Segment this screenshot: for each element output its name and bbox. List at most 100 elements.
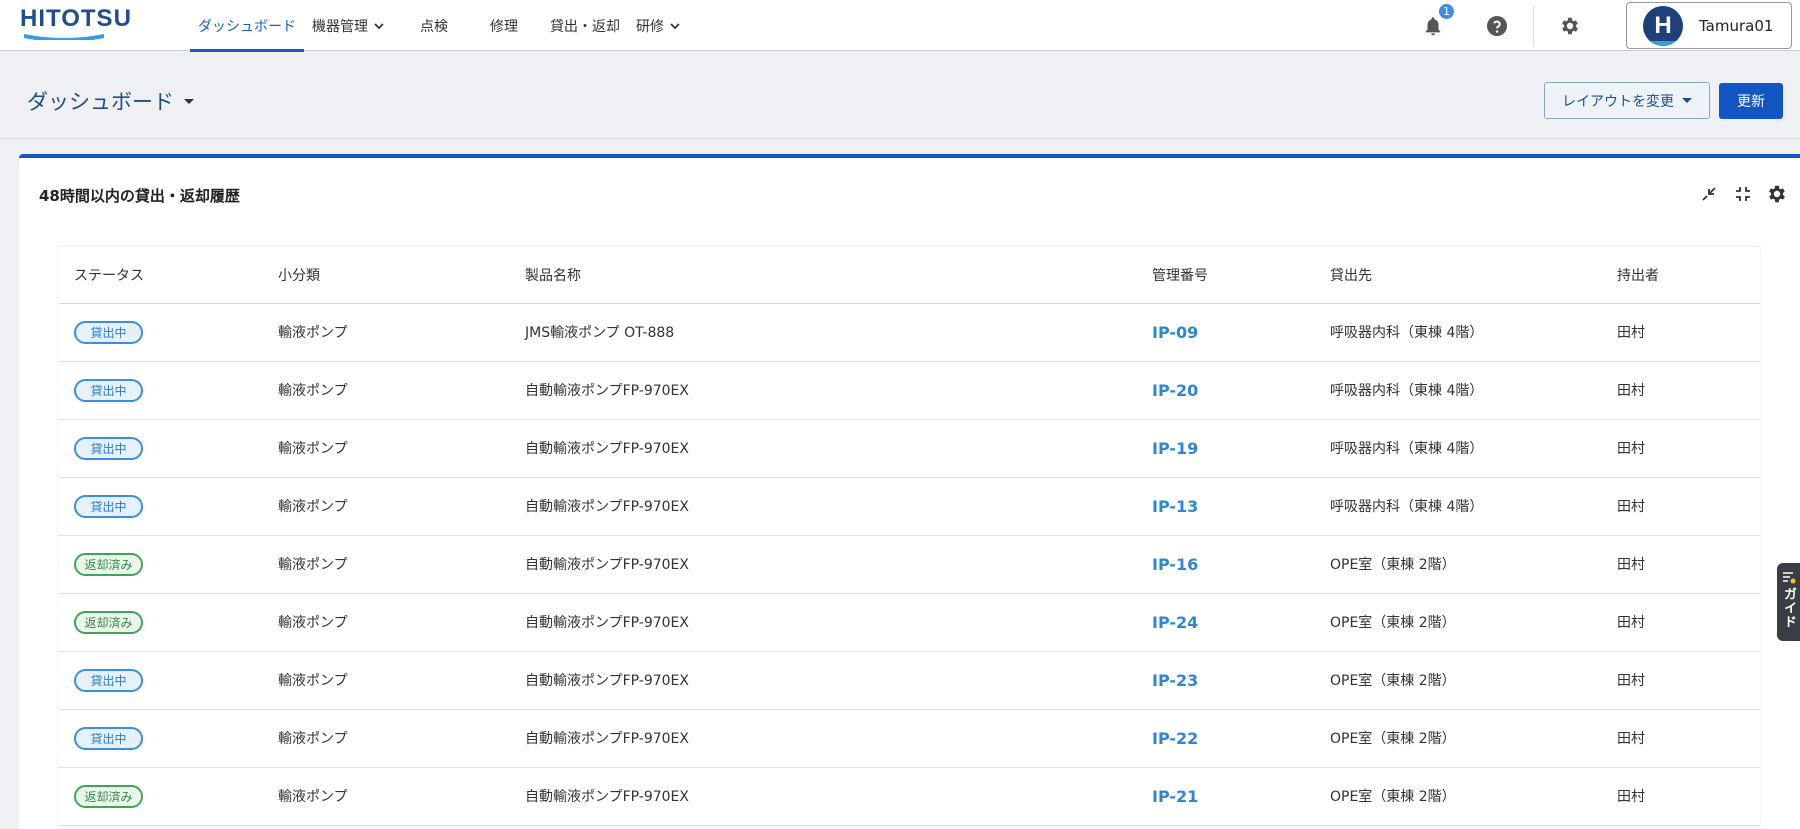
nav-item-inspection[interactable]: 点検 xyxy=(394,0,472,51)
person-cell: 田村 xyxy=(1602,477,1760,536)
page-header: ダッシュボード レイアウトを変更 更新 xyxy=(0,52,1800,139)
header-divider xyxy=(1533,5,1534,46)
widget-title: 48時間以内の貸出・返却履歴 xyxy=(39,187,240,205)
category-cell: 輸液ポンプ xyxy=(263,303,510,362)
history-table-container: ステータス 小分類 製品名称 管理番号 貸出先 持出者 貸出中 輸液ポンプ JMS輸… xyxy=(59,246,1760,826)
category-cell: 輸液ポンプ xyxy=(263,651,510,710)
category-cell: 輸液ポンプ xyxy=(263,767,510,826)
column-header-product[interactable]: 製品名称 xyxy=(510,247,1137,304)
mgmt-no-link[interactable]: IP-09 xyxy=(1152,323,1198,342)
caret-down-icon xyxy=(1682,98,1692,103)
main-nav: ダッシュボード 機器管理 点検 修理 貸出・返却 研修 xyxy=(190,0,690,52)
change-layout-button[interactable]: レイアウトを変更 xyxy=(1544,82,1710,119)
destination-cell: OPE室（東棟 2階） xyxy=(1315,709,1602,768)
mgmt-no-link[interactable]: IP-23 xyxy=(1152,671,1198,690)
status-badge: 貸出中 xyxy=(74,436,143,460)
widget-settings-button[interactable] xyxy=(1766,183,1788,205)
widget-toolbar xyxy=(1698,183,1788,205)
nav-item-dashboard[interactable]: ダッシュボード xyxy=(190,0,304,52)
guide-list-icon xyxy=(1782,572,1795,584)
logo-text: HITOTSU xyxy=(20,5,132,32)
help-button[interactable] xyxy=(1465,0,1529,51)
notifications-button[interactable]: 1 xyxy=(1401,0,1465,51)
table-row[interactable]: 返却済み 輸液ポンプ 自動輸液ポンプFP-970EX IP-21 OPE室（東棟 2階）… xyxy=(59,767,1760,826)
person-cell: 田村 xyxy=(1602,361,1760,420)
category-cell: 輸液ポンプ xyxy=(263,361,510,420)
destination-cell: 呼吸器内科（東棟 4階） xyxy=(1315,477,1602,536)
user-menu-button[interactable]: H Tamura01 xyxy=(1626,2,1792,49)
chevron-down-icon xyxy=(374,22,384,29)
person-cell: 田村 xyxy=(1602,651,1760,710)
status-cell: 貸出中 xyxy=(59,651,263,710)
status-badge: 貸出中 xyxy=(74,494,143,518)
nav-label: ダッシュボード xyxy=(198,18,296,35)
category-cell: 輸液ポンプ xyxy=(263,477,510,536)
mgmt-no-cell: IP-24 xyxy=(1137,593,1315,652)
mgmt-no-link[interactable]: IP-19 xyxy=(1152,439,1198,458)
collapse-icon xyxy=(1736,187,1750,201)
destination-cell: 呼吸器内科（東棟 4階） xyxy=(1315,303,1602,362)
page-title-dropdown[interactable]: ダッシュボード xyxy=(27,86,194,116)
avatar: H xyxy=(1643,5,1683,46)
mgmt-no-link[interactable]: IP-24 xyxy=(1152,613,1198,632)
nav-item-training[interactable]: 研修 xyxy=(628,0,690,51)
mgmt-no-link[interactable]: IP-20 xyxy=(1152,381,1198,400)
table-row[interactable]: 返却済み 輸液ポンプ 自動輸液ポンプFP-970EX IP-16 OPE室（東棟 2階）… xyxy=(59,535,1760,594)
refresh-button[interactable]: 更新 xyxy=(1719,83,1783,119)
mgmt-no-link[interactable]: IP-16 xyxy=(1152,555,1198,574)
table-row[interactable]: 貸出中 輸液ポンプ 自動輸液ポンプFP-970EX IP-22 OPE室（東棟 2階）田… xyxy=(59,709,1760,768)
product-cell: 自動輸液ポンプFP-970EX xyxy=(510,709,1137,768)
help-icon xyxy=(1487,15,1507,36)
column-header-mgmt-no[interactable]: 管理番号 xyxy=(1137,247,1315,304)
table-row[interactable]: 貸出中 輸液ポンプ JMS輸液ポンプ OT-888 IP-09 呼吸器内科（東棟 4階）… xyxy=(59,303,1760,362)
status-badge: 貸出中 xyxy=(74,726,143,750)
status-cell: 貸出中 xyxy=(59,709,263,768)
column-header-destination[interactable]: 貸出先 xyxy=(1315,247,1602,304)
mgmt-no-cell: IP-13 xyxy=(1137,477,1315,536)
minimize-button[interactable] xyxy=(1698,183,1720,205)
mgmt-no-link[interactable]: IP-21 xyxy=(1152,787,1198,806)
category-cell: 輸液ポンプ xyxy=(263,535,510,594)
status-cell: 返却済み xyxy=(59,593,263,652)
nav-item-repair[interactable]: 修理 xyxy=(472,0,542,51)
table-row[interactable]: 貸出中 輸液ポンプ 自動輸液ポンプFP-970EX IP-13 呼吸器内科（東棟 4階）… xyxy=(59,477,1760,536)
product-cell: 自動輸液ポンプFP-970EX xyxy=(510,535,1137,594)
top-navigation-bar: HITOTSU ダッシュボード 機器管理 点検 修理 貸出・返却 研修 1 H … xyxy=(0,0,1800,52)
destination-cell: 呼吸器内科（東棟 4階） xyxy=(1315,419,1602,478)
table-row[interactable]: 貸出中 輸液ポンプ 自動輸液ポンプFP-970EX IP-23 OPE室（東棟 2階）田… xyxy=(59,651,1760,710)
column-header-category[interactable]: 小分類 xyxy=(263,247,510,304)
mgmt-no-link[interactable]: IP-13 xyxy=(1152,497,1198,516)
nav-item-equipment[interactable]: 機器管理 xyxy=(304,0,394,51)
settings-button[interactable] xyxy=(1538,0,1602,51)
status-badge: 返却済み xyxy=(74,552,143,576)
product-cell: 自動輸液ポンプFP-970EX xyxy=(510,361,1137,420)
mgmt-no-cell: IP-20 xyxy=(1137,361,1315,420)
nav-item-lend-return[interactable]: 貸出・返却 xyxy=(542,0,628,51)
mgmt-no-cell: IP-19 xyxy=(1137,419,1315,478)
person-cell: 田村 xyxy=(1602,419,1760,478)
notification-count-badge: 1 xyxy=(1437,2,1456,21)
table-row[interactable]: 返却済み 輸液ポンプ 自動輸液ポンプFP-970EX IP-24 OPE室（東棟 2階）… xyxy=(59,593,1760,652)
table-row[interactable]: 貸出中 輸液ポンプ 自動輸液ポンプFP-970EX IP-19 呼吸器内科（東棟 4階）… xyxy=(59,419,1760,478)
category-cell: 輸液ポンプ xyxy=(263,419,510,478)
mgmt-no-cell: IP-22 xyxy=(1137,709,1315,768)
column-header-status[interactable]: ステータス xyxy=(59,247,263,304)
guide-tab[interactable]: ガイド xyxy=(1777,563,1800,641)
person-cell: 田村 xyxy=(1602,303,1760,362)
status-badge: 返却済み xyxy=(74,784,143,808)
table-body: 貸出中 輸液ポンプ JMS輸液ポンプ OT-888 IP-09 呼吸器内科（東棟 4階）… xyxy=(59,303,1760,826)
status-badge: 返却済み xyxy=(74,610,143,634)
table-row[interactable]: 貸出中 輸液ポンプ 自動輸液ポンプFP-970EX IP-20 呼吸器内科（東棟 4階）… xyxy=(59,361,1760,420)
destination-cell: OPE室（東棟 2階） xyxy=(1315,593,1602,652)
person-cell: 田村 xyxy=(1602,535,1760,594)
nav-label: 貸出・返却 xyxy=(550,18,620,35)
mgmt-no-cell: IP-16 xyxy=(1137,535,1315,594)
app-logo[interactable]: HITOTSU xyxy=(20,6,150,40)
collapse-button[interactable] xyxy=(1732,183,1754,205)
mgmt-no-cell: IP-23 xyxy=(1137,651,1315,710)
guide-label: ガイド xyxy=(1781,587,1796,629)
nav-label: 機器管理 xyxy=(312,18,368,35)
mgmt-no-link[interactable]: IP-22 xyxy=(1152,729,1198,748)
column-header-person[interactable]: 持出者 xyxy=(1602,247,1760,304)
mgmt-no-cell: IP-09 xyxy=(1137,303,1315,362)
